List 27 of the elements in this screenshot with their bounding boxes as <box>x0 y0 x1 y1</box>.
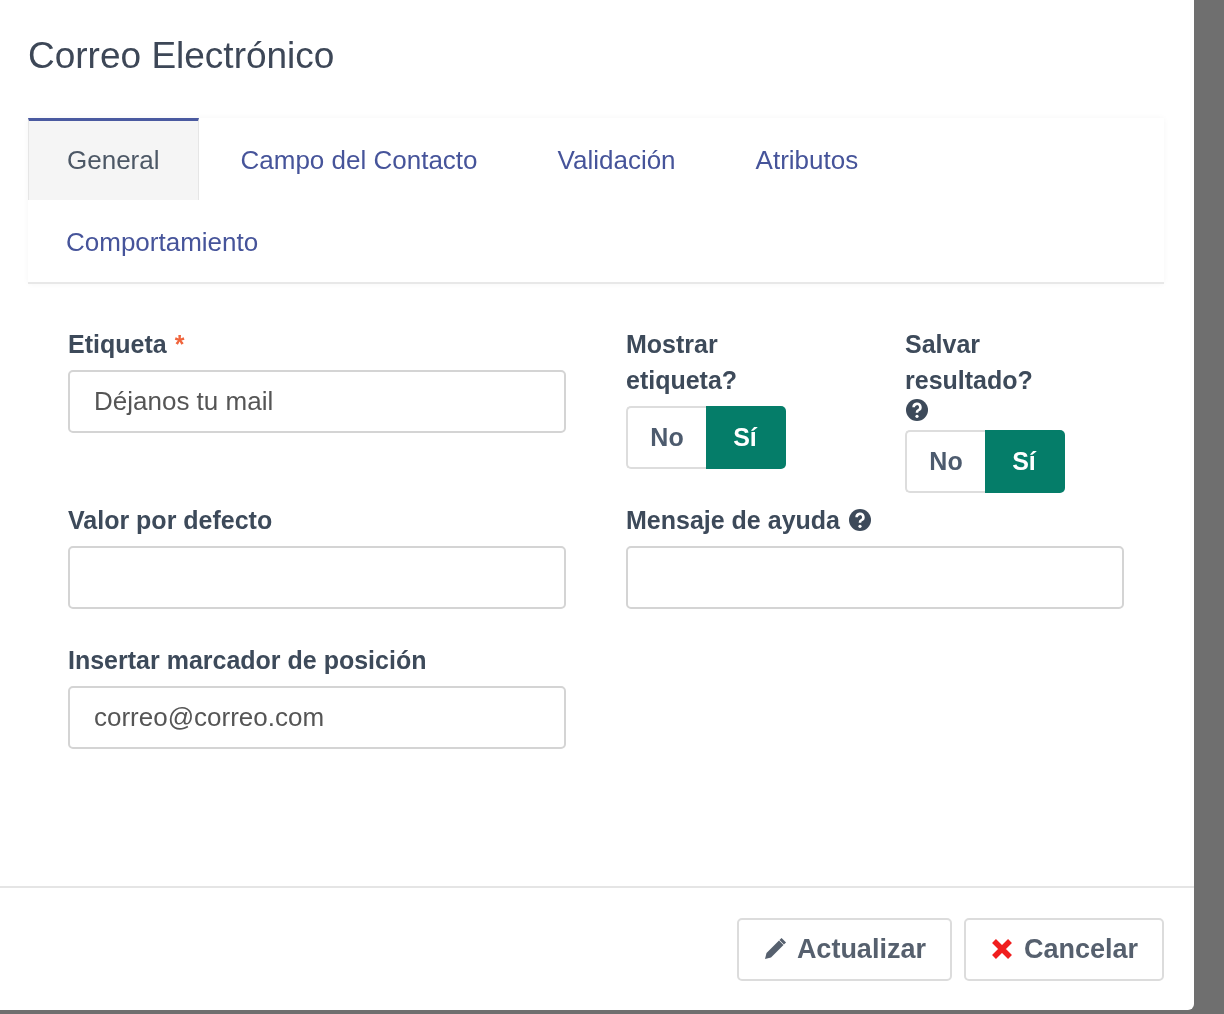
close-icon <box>989 937 1014 961</box>
input-field[interactable] <box>626 546 1124 609</box>
tab[interactable]: General <box>28 118 199 200</box>
field-label: Etiqueta <box>68 329 167 360</box>
tab[interactable]: Atributos <box>717 118 897 200</box>
toggle-option[interactable]: Sí <box>706 406 786 469</box>
field-label: Mostrar etiqueta? <box>626 329 739 396</box>
tab[interactable]: Validación <box>519 118 714 200</box>
field-label: Mensaje de ayuda <box>626 505 840 536</box>
input-field[interactable]: Déjanos tu mail <box>68 370 566 433</box>
update-button[interactable]: Actualizar <box>736 917 952 981</box>
toggle-option[interactable]: Sí <box>985 430 1065 493</box>
input-field[interactable]: correo@correo.com <box>68 686 566 749</box>
pencil-icon <box>762 937 787 961</box>
tab[interactable]: Comportamiento <box>28 200 297 282</box>
tab[interactable]: Campo del Contacto <box>202 118 516 200</box>
cancel-button[interactable]: Cancelar <box>963 917 1164 981</box>
field-label: Insertar marcador de posición <box>68 645 427 676</box>
dialog-title: Correo Electrónico <box>28 34 336 78</box>
help-icon[interactable] <box>905 398 929 422</box>
required-mark: * <box>174 329 185 360</box>
help-icon[interactable] <box>848 508 872 532</box>
toggle-option[interactable]: No <box>905 430 985 493</box>
toggle-option[interactable]: No <box>626 406 706 469</box>
field-label: Valor por defecto <box>68 505 273 536</box>
input-field[interactable] <box>68 546 566 609</box>
field-label: Salvar resultado? <box>905 329 1034 396</box>
